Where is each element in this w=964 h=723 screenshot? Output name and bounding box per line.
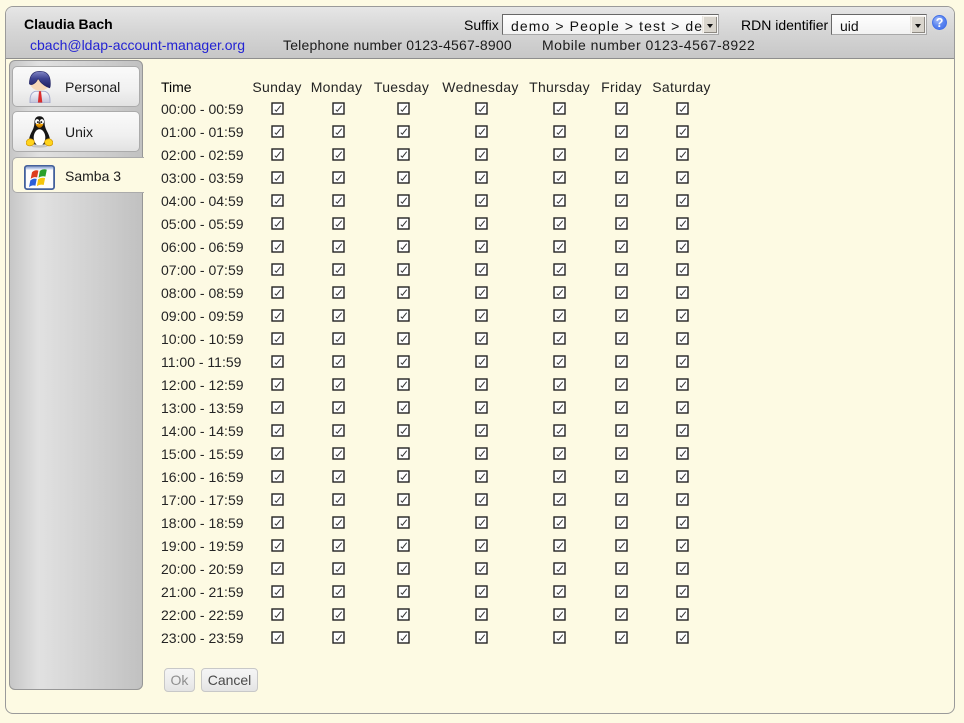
svg-text:?: ?: [936, 15, 944, 29]
